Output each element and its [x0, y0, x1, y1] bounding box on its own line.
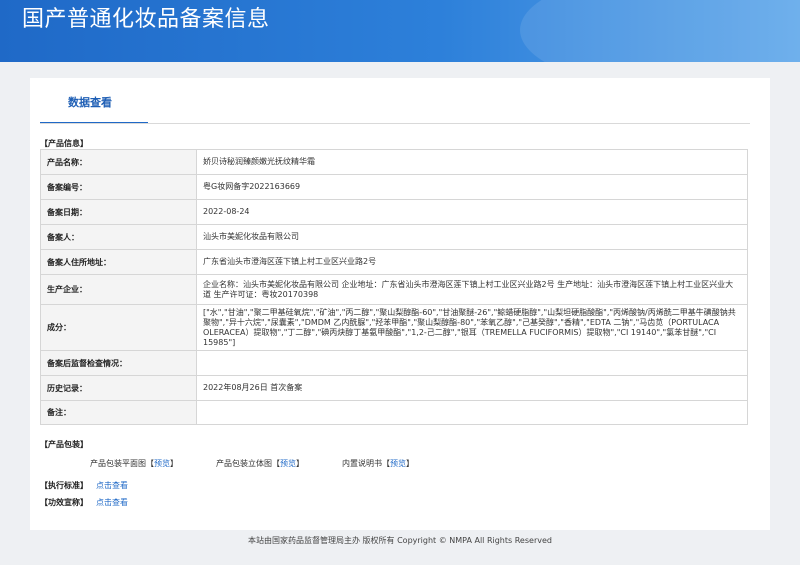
- table-row: 备案编号： 粤G妆网备字2022163669: [40, 174, 748, 200]
- row-key: 备案日期：: [40, 199, 197, 225]
- table-row: 备案人： 汕头市美妮化妆品有限公司: [40, 224, 748, 250]
- footer-copyright: 本站由国家药品监督管理局主办 版权所有 Copyright © NMPA All…: [248, 536, 552, 545]
- packaging-item: 内置说明书【预览】: [342, 459, 414, 468]
- table-row: 历史记录： 2022年08月26日 首次备案: [40, 375, 748, 401]
- preview-link[interactable]: 预览: [154, 459, 170, 468]
- row-value: 企业名称：汕头市美妮化妆品有限公司 企业地址：广东省汕头市澄海区莲下镇上村工业区…: [196, 274, 748, 305]
- preview-link[interactable]: 预览: [280, 459, 296, 468]
- page-title: 国产普通化妆品备案信息: [22, 7, 270, 32]
- packaging-item-name: 产品包装立体图: [216, 459, 272, 468]
- packaging-heading: 【产品包装】: [40, 440, 88, 449]
- packaging-item: 产品包装立体图【预览】: [216, 459, 304, 468]
- table-row: 备案后监督检查情况：: [40, 350, 748, 376]
- table-row: 产品名称： 娇贝诗秘润臻颜嫩光抚纹精华霜: [40, 149, 748, 175]
- claims-view-link[interactable]: 点击查看: [96, 497, 128, 508]
- row-key: 成分：: [40, 304, 197, 351]
- packaging-item-name: 内置说明书: [342, 459, 382, 468]
- row-value: 2022-08-24: [196, 199, 748, 225]
- tab-label: 数据查看: [68, 96, 112, 109]
- row-key: 备案编号：: [40, 174, 197, 200]
- row-value: [196, 350, 748, 376]
- claims-heading: 【功效宣称】: [40, 498, 88, 507]
- standards-heading: 【执行标准】: [40, 481, 88, 490]
- page-banner: 国产普通化妆品备案信息: [0, 0, 800, 62]
- table-row: 备案人住所地址： 广东省汕头市澄海区莲下镇上村工业区兴业路2号: [40, 249, 748, 275]
- table-row: 成分： ["水","甘油","聚二甲基硅氧烷","矿油","丙二醇","聚山梨醇…: [40, 304, 748, 351]
- row-value: 娇贝诗秘润臻颜嫩光抚纹精华霜: [196, 149, 748, 175]
- row-value: [196, 400, 748, 425]
- preview-link[interactable]: 预览: [390, 459, 406, 468]
- packaging-item: 产品包装平面图【预览】: [90, 459, 178, 468]
- table-row: 生产企业： 企业名称：汕头市美妮化妆品有限公司 企业地址：广东省汕头市澄海区莲下…: [40, 274, 748, 305]
- row-value: 粤G妆网备字2022163669: [196, 174, 748, 200]
- row-key: 历史记录：: [40, 375, 197, 401]
- row-key: 生产企业：: [40, 274, 197, 305]
- packaging-item-name: 产品包装平面图: [90, 459, 146, 468]
- table-row: 备注：: [40, 400, 748, 425]
- row-value: ["水","甘油","聚二甲基硅氧烷","矿油","丙二醇","聚山梨醇酯-60…: [196, 304, 748, 351]
- banner-decoration: [520, 0, 800, 62]
- row-value: 2022年08月26日 首次备案: [196, 375, 748, 401]
- row-value: 汕头市美妮化妆品有限公司: [196, 224, 748, 250]
- standards-view-link[interactable]: 点击查看: [96, 480, 128, 491]
- row-key: 备案人：: [40, 224, 197, 250]
- row-value: 广东省汕头市澄海区莲下镇上村工业区兴业路2号: [196, 249, 748, 275]
- row-key: 备案后监督检查情况：: [40, 350, 197, 376]
- row-key: 产品名称：: [40, 149, 197, 175]
- row-key: 备注：: [40, 400, 197, 425]
- product-info-table: 产品名称： 娇贝诗秘润臻颜嫩光抚纹精华霜 备案编号： 粤G妆网备字2022163…: [40, 149, 748, 425]
- product-info-heading: 【产品信息】: [40, 139, 88, 148]
- tab-divider: [40, 123, 750, 124]
- tab-data-view[interactable]: 数据查看: [40, 78, 148, 124]
- table-row: 备案日期： 2022-08-24: [40, 199, 748, 225]
- content-panel: 数据查看 【产品信息】 产品名称： 娇贝诗秘润臻颜嫩光抚纹精华霜 备案编号： 粤…: [30, 78, 770, 530]
- row-key: 备案人住所地址：: [40, 249, 197, 275]
